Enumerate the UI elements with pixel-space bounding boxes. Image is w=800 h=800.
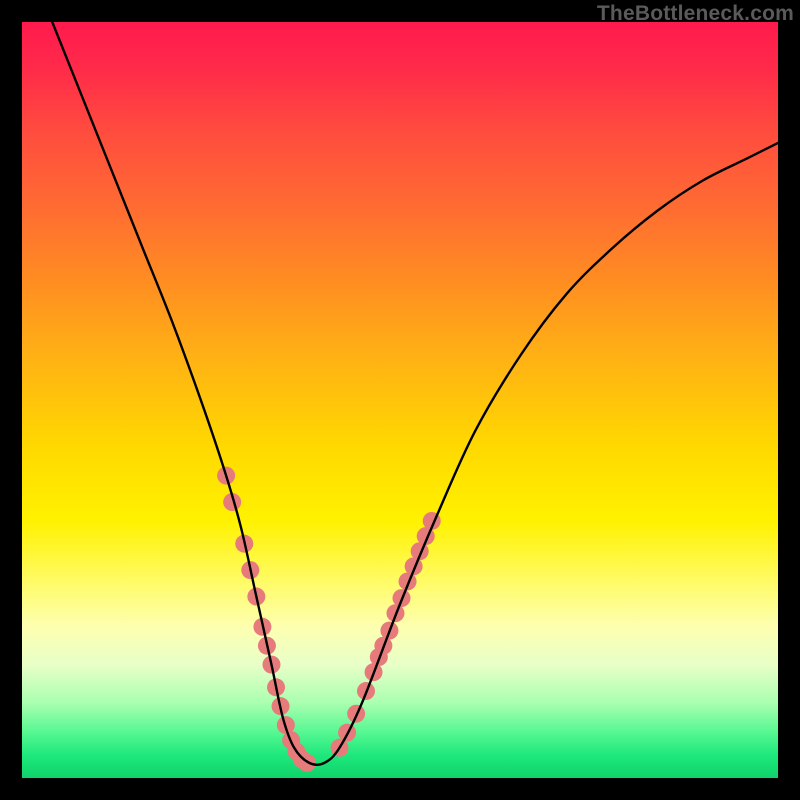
markers-left — [217, 467, 316, 772]
markers-right — [331, 512, 441, 757]
chart-frame — [22, 22, 778, 778]
chart-svg — [22, 22, 778, 778]
plot-area — [22, 22, 778, 778]
bottleneck-curve — [52, 22, 778, 765]
